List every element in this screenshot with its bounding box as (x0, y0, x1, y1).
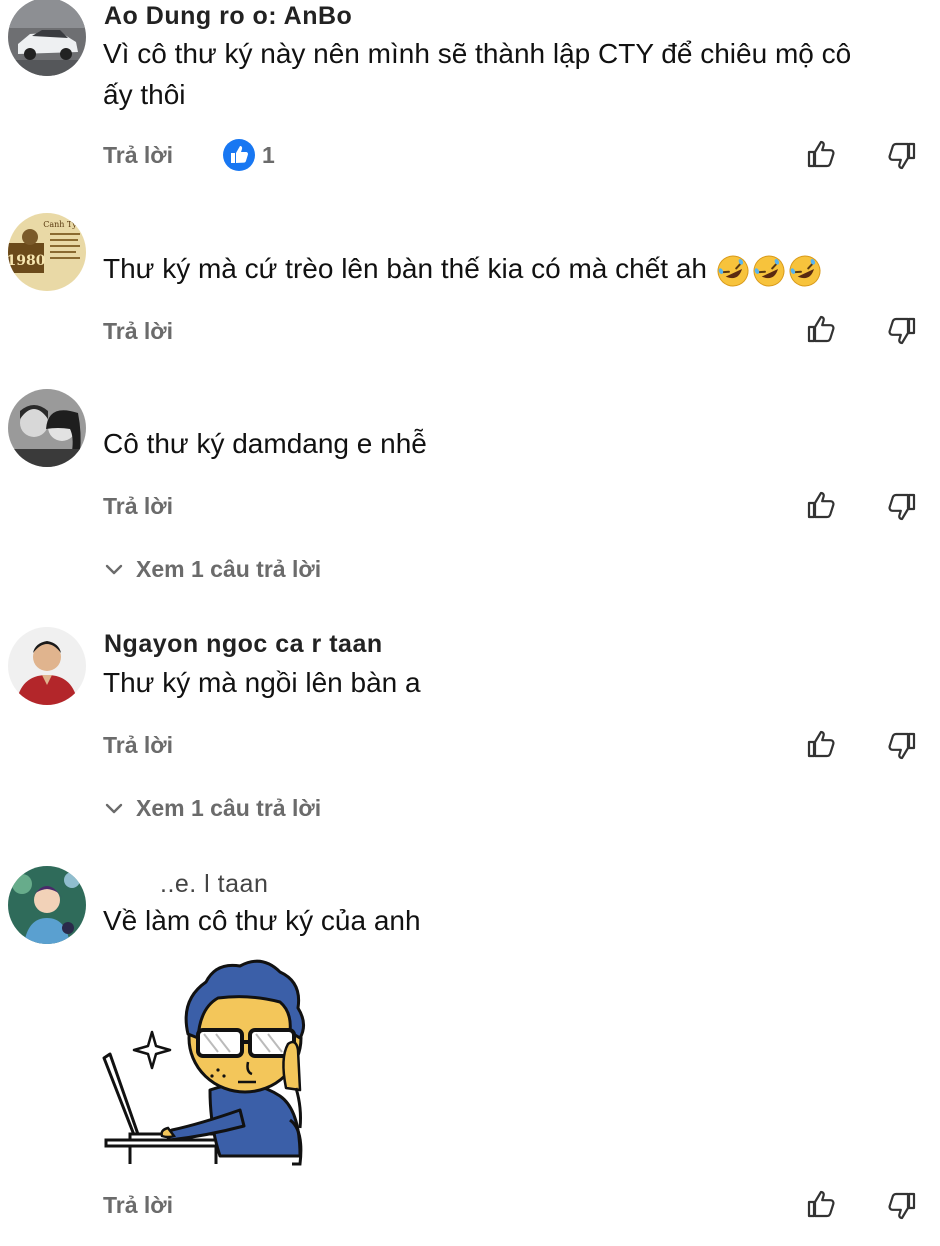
comment-text: Thư ký mà cứ trèo lên bàn thế kia có mà … (103, 248, 823, 289)
thumbs-up-icon[interactable] (805, 1187, 839, 1221)
comment-author[interactable]: Ao Dung ro o: AnBo (104, 2, 352, 31)
view-replies-button[interactable]: Xem 1 câu trả lời (104, 556, 321, 583)
like-count: 1 (262, 141, 275, 168)
comment-author[interactable]: ..e. l taan (160, 870, 268, 899)
svg-text:Canh Ty: Canh Ty (43, 220, 77, 229)
anime-boy-avatar-icon (8, 866, 86, 944)
reply-button[interactable]: Trả lời (103, 1192, 173, 1219)
reply-button[interactable]: Trả lời (103, 732, 173, 759)
comment-author[interactable]: Ngayon ngoc ca r taan (104, 630, 383, 659)
svg-text:1980: 1980 (8, 253, 46, 269)
avatar[interactable] (8, 866, 86, 944)
chevron-down-icon (105, 564, 123, 574)
like-summary[interactable]: 1 (222, 138, 275, 172)
thumbs-down-icon[interactable] (884, 729, 918, 763)
reply-button[interactable]: Trả lời (103, 493, 173, 520)
view-replies-label: Xem 1 câu trả lời (136, 795, 322, 821)
avatar[interactable] (8, 627, 86, 705)
comment-text-line-2: ấy thôi (103, 79, 186, 110)
thumbs-down-icon[interactable] (884, 490, 918, 524)
comment-text: Cô thư ký damdang e nhễ (103, 428, 427, 459)
view-replies-button[interactable]: Xem 1 câu trả lời (104, 795, 321, 822)
blue-hair-guy-typing-laptop-sticker-icon (102, 959, 305, 1166)
thumbs-up-icon[interactable] (805, 137, 839, 171)
rolling-on-floor-laughing-emoji-icon (789, 255, 821, 287)
avatar[interactable] (8, 389, 86, 467)
car-photo-avatar-icon (8, 0, 86, 76)
thumbs-up-icon[interactable] (805, 727, 839, 761)
like-reaction-icon (223, 139, 255, 171)
thumbs-down-icon[interactable] (884, 314, 918, 348)
rolling-on-floor-laughing-emoji-icon (717, 255, 749, 287)
rolling-on-floor-laughing-emoji-icon (753, 255, 785, 287)
thumbs-up-icon[interactable] (805, 312, 839, 346)
thumbs-up-icon[interactable] (805, 488, 839, 522)
thumbs-down-icon[interactable] (884, 1189, 918, 1223)
chevron-down-icon (105, 803, 123, 813)
couple-photo-avatar-icon (8, 389, 86, 467)
comment-text: Về làm cô thư ký của anh (103, 905, 421, 936)
reply-button[interactable]: Trả lời (103, 142, 173, 169)
avatar[interactable] (8, 0, 86, 76)
comment-text-body: Thư ký mà cứ trèo lên bàn thế kia có mà … (103, 253, 707, 284)
thumbs-down-icon[interactable] (884, 139, 918, 173)
comment-text: Thư ký mà ngồi lên bàn a (103, 667, 421, 698)
man-red-shirt-avatar-icon (8, 627, 86, 705)
avatar[interactable]: 1980 Canh Ty (8, 213, 86, 291)
reply-button[interactable]: Trả lời (103, 318, 173, 345)
canh-ty-1980-avatar-icon: 1980 Canh Ty (8, 213, 86, 291)
view-replies-label: Xem 1 câu trả lời (136, 556, 322, 582)
comment-text-line-1: Vì cô thư ký này nên mình sẽ thành lập C… (103, 38, 852, 69)
